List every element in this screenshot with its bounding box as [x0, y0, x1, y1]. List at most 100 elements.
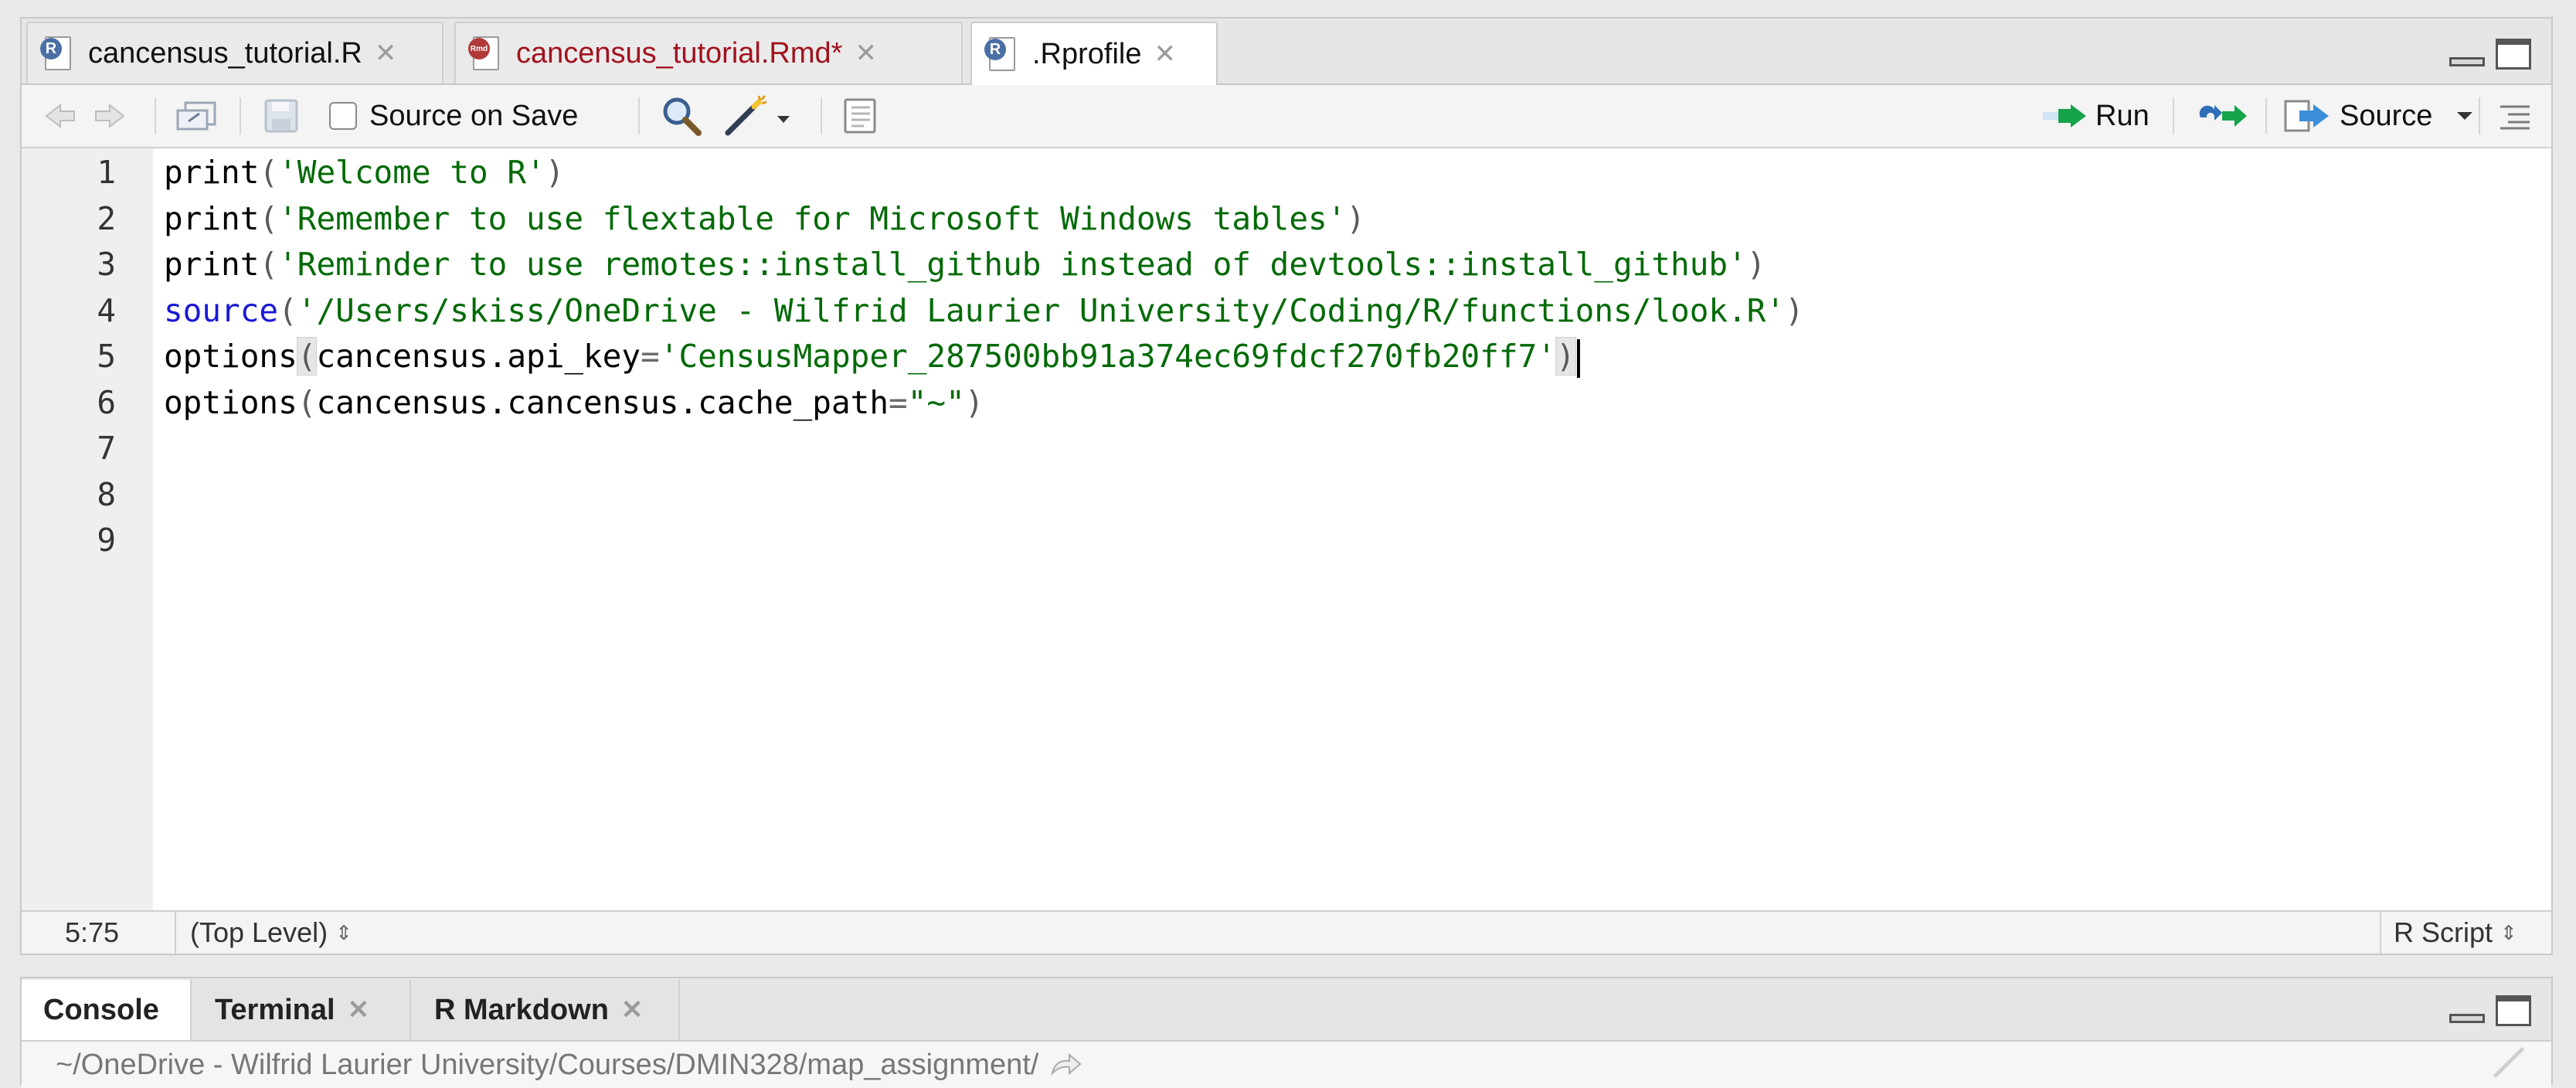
- close-icon[interactable]: ✕: [621, 997, 644, 1023]
- code-line[interactable]: 5 options(cancensus.api_key='CensusMapper…: [22, 334, 2551, 380]
- source-label: Source: [2340, 99, 2433, 132]
- code-token: options: [164, 338, 297, 375]
- maximize-pane-icon[interactable]: [2496, 39, 2531, 70]
- minimize-pane-icon[interactable]: [2449, 57, 2485, 66]
- file-type-label: R Script: [2394, 916, 2493, 948]
- code-token: source: [164, 291, 279, 329]
- code-line[interactable]: 6 options(cancensus.cancensus.cache_path=…: [22, 380, 2551, 427]
- tab-r-markdown[interactable]: R Markdown ✕: [413, 980, 680, 1040]
- tab-rprofile[interactable]: R .Rprofile ✕: [970, 22, 1218, 85]
- r-file-icon: R: [40, 35, 71, 72]
- code-token: 'Welcome to R': [278, 154, 545, 191]
- code-token: options: [164, 383, 297, 421]
- code-token: (: [297, 383, 317, 421]
- line-number: 8: [97, 475, 116, 513]
- code-token: (: [259, 246, 279, 283]
- code-token: print: [164, 154, 260, 191]
- maximize-pane-icon[interactable]: [2496, 995, 2531, 1026]
- minimize-pane-icon[interactable]: [2449, 1014, 2485, 1023]
- file-type-selector[interactable]: R Script ⇕: [2394, 912, 2517, 954]
- document-outline-toggle-icon[interactable]: [2497, 85, 2533, 147]
- code-token: (: [259, 154, 279, 191]
- code-line[interactable]: 3 print('Reminder to use remotes::install…: [22, 242, 2551, 288]
- close-icon[interactable]: ✕: [855, 40, 877, 66]
- run-button[interactable]: Run: [2041, 85, 2149, 147]
- code-token: ): [545, 154, 565, 191]
- code-line[interactable]: 7: [22, 426, 2551, 472]
- code-tools-wand-icon[interactable]: [723, 85, 793, 147]
- line-number: 3: [97, 246, 116, 283]
- line-number: 4: [97, 291, 116, 329]
- code-token: "~": [907, 383, 965, 421]
- rerun-arrow-icon: [2199, 105, 2247, 127]
- tab-label: R Markdown: [434, 993, 609, 1026]
- code-line[interactable]: 8: [22, 472, 2551, 518]
- code-token: cancensus.api_key: [316, 338, 641, 375]
- code-token: 'Reminder to use remotes::install_github…: [278, 246, 1747, 283]
- search-icon[interactable]: [660, 85, 703, 147]
- code-token: =: [641, 338, 660, 375]
- code-text: options(cancensus.api_key='CensusMapper_…: [164, 334, 1580, 380]
- code-token: print: [164, 199, 260, 237]
- close-icon[interactable]: ✕: [375, 40, 397, 66]
- source-on-save-toggle[interactable]: Source on Save: [329, 85, 578, 147]
- line-number: 6: [97, 383, 116, 421]
- code-token: ): [1346, 199, 1366, 237]
- code-token: print: [164, 246, 260, 283]
- document-outline-icon[interactable]: [841, 85, 879, 147]
- code-token: =: [889, 383, 908, 421]
- code-line[interactable]: 2 print('Remember to use flextable for Mi…: [22, 196, 2551, 243]
- scope-selector[interactable]: (Top Level) ⇕: [190, 912, 352, 954]
- working-directory-bar: ~/OneDrive - Wilfrid Laurier University/…: [22, 1042, 2551, 1088]
- rerun-previous-button[interactable]: [2196, 85, 2250, 147]
- line-number: 2: [97, 199, 116, 237]
- cursor-position: 5:75: [65, 916, 120, 948]
- back-arrow-icon[interactable]: [43, 85, 87, 147]
- line-number: 7: [97, 430, 116, 467]
- code-line[interactable]: 1 print('Welcome to R'): [22, 150, 2551, 196]
- code-token: 'CensusMapper_287500bb91a374ec69fdcf270f…: [659, 338, 1556, 375]
- pane-window-controls: [2449, 39, 2531, 70]
- go-to-directory-icon[interactable]: [1049, 1053, 1082, 1076]
- code-text: print('Welcome to R'): [164, 150, 564, 196]
- code-token: (: [296, 337, 318, 376]
- save-icon[interactable]: [263, 85, 300, 147]
- source-button[interactable]: Source: [2282, 85, 2474, 147]
- tab-terminal[interactable]: Terminal ✕: [193, 980, 411, 1040]
- chevron-down-icon: [2457, 112, 2473, 120]
- code-editor[interactable]: 1 print('Welcome to R') 2 print('Remember t…: [22, 148, 2551, 913]
- code-token: ): [1555, 337, 1576, 376]
- code-token: '/Users/skiss/OneDrive - Wilfrid Laurier…: [297, 291, 1786, 329]
- code-token: 'Remember to use flextable for Microsoft…: [278, 199, 1347, 237]
- scope-label: (Top Level): [190, 916, 328, 948]
- code-text: options(cancensus.cancensus.cache_path="…: [164, 380, 984, 427]
- tab-label: cancensus_tutorial.Rmd*: [516, 36, 843, 70]
- code-token: ): [1785, 291, 1804, 329]
- code-text: print('Remember to use flextable for Mic…: [164, 196, 1365, 243]
- code-token: (: [259, 199, 279, 237]
- source-on-save-checkbox[interactable]: [329, 102, 357, 130]
- line-number: 5: [97, 338, 116, 375]
- source-arrow-icon: [2284, 100, 2329, 132]
- tab-label: Terminal: [215, 993, 335, 1026]
- forward-arrow-icon[interactable]: [90, 85, 133, 147]
- updown-arrows-icon: ⇕: [2500, 920, 2517, 944]
- editor-status-bar: 5:75 (Top Level) ⇕ R Script ⇕: [22, 910, 2551, 954]
- source-editor-pane: R cancensus_tutorial.R ✕ Rmd cancensus_t…: [20, 17, 2553, 955]
- tab-cancensus-tutorial-rmd[interactable]: Rmd cancensus_tutorial.Rmd* ✕: [454, 22, 963, 83]
- line-number: 1: [97, 154, 116, 191]
- code-line[interactable]: 4 source('/Users/skiss/OneDrive - Wilfrid…: [22, 288, 2551, 335]
- tab-console[interactable]: Console: [22, 980, 192, 1040]
- show-in-new-window-icon[interactable]: [173, 85, 219, 147]
- code-text: print('Reminder to use remotes::install_…: [164, 242, 1765, 288]
- code-token: ): [1746, 246, 1766, 283]
- tab-label: .Rprofile: [1032, 37, 1142, 70]
- clear-console-broom-icon[interactable]: [2491, 1043, 2528, 1083]
- close-icon[interactable]: ✕: [1154, 41, 1177, 67]
- source-on-save-label: Source on Save: [369, 99, 579, 132]
- close-icon[interactable]: ✕: [348, 997, 370, 1023]
- tab-cancensus-tutorial-r[interactable]: R cancensus_tutorial.R ✕: [26, 22, 443, 83]
- code-line[interactable]: 9: [22, 518, 2551, 564]
- code-token: cancensus.cancensus.cache_path: [316, 383, 889, 421]
- working-directory-path: ~/OneDrive - Wilfrid Laurier University/…: [56, 1048, 1039, 1081]
